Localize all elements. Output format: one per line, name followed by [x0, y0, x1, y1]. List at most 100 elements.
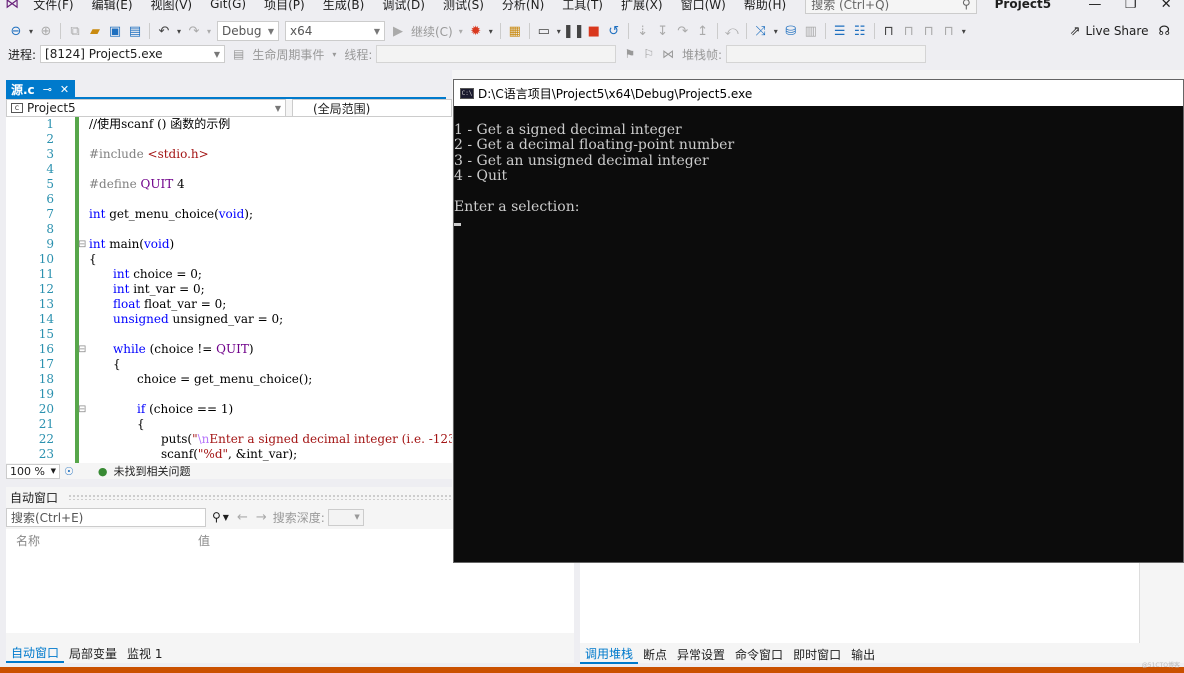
search-forward-icon[interactable]: → — [256, 510, 267, 525]
project-scope-select[interactable]: C Project5 ▼ — [6, 99, 286, 117]
menu-edit[interactable]: 编辑(E) — [83, 0, 142, 13]
navigate-back-icon[interactable]: ⊖ — [6, 21, 26, 41]
back-dropdown-icon[interactable]: ▾ — [26, 21, 36, 41]
prev-bookmark-icon[interactable]: ⊓ — [899, 21, 919, 41]
step-out-icon[interactable]: ↥ — [693, 21, 713, 41]
open-file-icon[interactable]: ▰ — [85, 21, 105, 41]
feedback-icon[interactable]: ☊ — [1158, 24, 1170, 39]
navigate-forward-icon[interactable]: ⊕ — [36, 21, 56, 41]
diagnostic-tools-icon[interactable]: ▦ — [505, 21, 525, 41]
collapse-icon[interactable]: ⊟ — [78, 237, 88, 252]
bookmark-icon[interactable]: ⊓ — [879, 21, 899, 41]
health-status-text[interactable]: 未找到相关问题 — [113, 463, 190, 479]
stackframe-select[interactable] — [726, 45, 927, 63]
close-window-button[interactable]: ✕ — [1148, 0, 1184, 12]
tab-breakpoints[interactable]: 断点 — [638, 646, 672, 663]
chevron-down-icon[interactable]: ▼ — [223, 513, 229, 522]
stop-debugging-icon[interactable]: ■ — [584, 21, 604, 41]
step-into-icon[interactable]: ↧ — [653, 21, 673, 41]
toolbar-separator — [499, 23, 501, 39]
toolbar-overflow-icon[interactable]: ▾ — [959, 21, 969, 41]
collapse-icon[interactable]: ⊟ — [78, 342, 88, 357]
live-share-button[interactable]: ⇗ Live Share — [1070, 24, 1149, 39]
new-project-icon[interactable]: ⧉ — [65, 21, 85, 41]
continue-play-icon[interactable]: ▶ — [388, 21, 408, 41]
hex-display-icon[interactable]: ⤺ — [722, 21, 742, 41]
save-icon[interactable]: ▣ — [105, 21, 125, 41]
search-depth-select[interactable]: ▼ — [327, 508, 364, 526]
menu-test[interactable]: 测试(S) — [434, 0, 493, 13]
search-icon[interactable]: ⚲ — [212, 510, 221, 524]
console-title-bar[interactable]: C:\ D:\C语言项目\Project5\x64\Debug\Project5… — [454, 80, 1183, 106]
minimize-button[interactable]: — — [1077, 0, 1113, 12]
thread-select[interactable] — [376, 45, 617, 63]
code-editor[interactable]: 1 //使用scanf () 函数的示例 2 3 #include <stdio.h… — [6, 117, 452, 463]
tab-immediate-window[interactable]: 即时窗口 — [788, 646, 846, 663]
code-line: 5 #define QUIT 4 — [6, 177, 452, 192]
uncomment-lines-icon[interactable]: ☷ — [850, 21, 870, 41]
next-bookmark-icon[interactable]: ⊓ — [919, 21, 939, 41]
intellicode-icon[interactable]: ☉ — [64, 465, 74, 478]
restore-button[interactable]: ❐ — [1113, 0, 1149, 12]
flag-thread-icon: ⚑ — [624, 47, 636, 61]
console-output[interactable]: 1 - Get a signed decimal integer 2 - Get … — [454, 106, 1183, 231]
restart-icon[interactable]: ↺ — [604, 21, 624, 41]
solution-explorer-icon[interactable]: ⛁ — [781, 21, 801, 41]
menu-view[interactable]: 视图(V) — [142, 0, 202, 13]
threads-icon[interactable]: ⤨ — [751, 21, 771, 41]
undo-icon[interactable]: ↶ — [154, 21, 174, 41]
class-view-icon[interactable]: ▥ — [801, 21, 821, 41]
menu-debug[interactable]: 调试(D) — [373, 0, 434, 13]
comment-lines-icon[interactable]: ☰ — [830, 21, 850, 41]
column-header-name[interactable]: 名称 — [16, 532, 40, 549]
threads-dropdown-icon[interactable]: ▾ — [771, 21, 781, 41]
undo-dropdown-icon[interactable]: ▾ — [174, 21, 184, 41]
tab-exception-settings[interactable]: 异常设置 — [672, 646, 730, 663]
zoom-select[interactable]: 100 % ▼ — [6, 463, 60, 479]
menu-help[interactable]: 帮助(H) — [735, 0, 795, 13]
tab-locals[interactable]: 局部变量 — [64, 645, 122, 662]
lifecycle-events-label[interactable]: 生命周期事件 — [252, 46, 324, 63]
step-over-icon[interactable]: ↷ — [673, 21, 693, 41]
console-window[interactable]: C:\ D:\C语言项目\Project5\x64\Debug\Project5… — [453, 79, 1184, 563]
redo-icon[interactable]: ↷ — [184, 21, 204, 41]
collapse-icon[interactable]: ⊟ — [78, 402, 88, 417]
menu-file[interactable]: 文件(F) — [24, 0, 82, 13]
column-header-value[interactable]: 值 — [198, 532, 210, 549]
pin-icon[interactable]: ⊸ — [43, 83, 52, 96]
save-all-icon[interactable]: ▤ — [125, 21, 145, 41]
application-insights-icon[interactable]: ▭ — [534, 21, 554, 41]
menu-git[interactable]: Git(G) — [201, 0, 255, 11]
tab-call-stack[interactable]: 调用堆栈 — [580, 645, 639, 664]
tab-watch-1[interactable]: 监视 1 — [122, 645, 167, 662]
search-back-icon[interactable]: ← — [237, 510, 248, 525]
editor-tab-source-c[interactable]: 源.c ⊸ ✕ — [6, 80, 76, 98]
code-line: 19 — [6, 387, 452, 402]
continue-button[interactable]: 继续(C) — [411, 23, 453, 40]
tab-command-window[interactable]: 命令窗口 — [730, 646, 788, 663]
solution-configuration-select[interactable]: Debug ▼ — [217, 21, 279, 41]
hot-reload-icon[interactable]: ✹ — [466, 21, 486, 41]
chevron-down-icon: ▼ — [274, 103, 281, 113]
break-all-pause-icon[interactable]: ❚❚ — [563, 21, 585, 41]
redo-dropdown-icon[interactable]: ▾ — [204, 21, 214, 41]
tab-autos[interactable]: 自动窗口 — [6, 644, 65, 663]
hot-reload-dropdown-icon[interactable]: ▾ — [486, 21, 496, 41]
menu-project[interactable]: 项目(P) — [255, 0, 314, 13]
autos-search-input[interactable]: 搜索(Ctrl+E) — [6, 507, 206, 527]
continue-dropdown-icon[interactable]: ▾ — [456, 21, 466, 41]
menu-extensions[interactable]: 扩展(X) — [612, 0, 672, 13]
tab-output[interactable]: 输出 — [846, 646, 880, 663]
menu-build[interactable]: 生成(B) — [314, 0, 374, 13]
menu-window[interactable]: 窗口(W) — [672, 0, 735, 13]
global-scope-select[interactable]: (全局范围) — [292, 99, 452, 117]
menu-analyze[interactable]: 分析(N) — [493, 0, 553, 13]
close-icon[interactable]: ✕ — [60, 83, 69, 96]
process-select[interactable]: [8124] Project5.exe ▼ — [40, 45, 226, 63]
menu-tools[interactable]: 工具(T) — [553, 0, 612, 13]
solution-platform-select[interactable]: x64 ▼ — [285, 21, 385, 41]
clear-bookmarks-icon[interactable]: ⊓ — [939, 21, 959, 41]
show-next-statement-icon[interactable]: ⇣ — [633, 21, 653, 41]
callstack-grid[interactable] — [580, 560, 1140, 643]
global-search-input[interactable]: 搜索 (Ctrl+Q) ⚲ — [805, 0, 977, 14]
